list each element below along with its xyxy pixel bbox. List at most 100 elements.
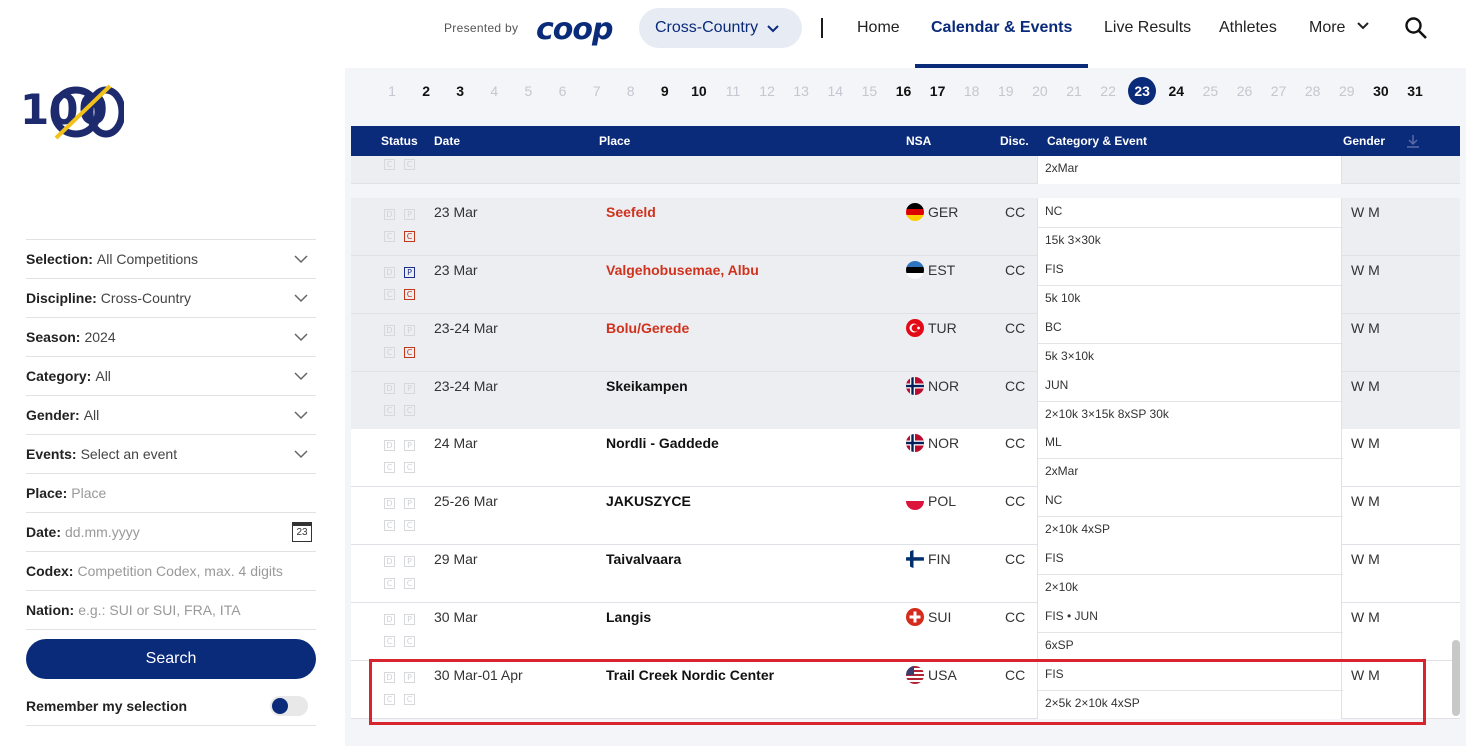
filter-place[interactable]: Place: Place: [26, 474, 316, 513]
nav-calendar-events[interactable]: Calendar & Events: [931, 19, 1072, 37]
nav-athletes[interactable]: Athletes: [1219, 19, 1277, 37]
filter-input-placeholder[interactable]: Competition Codex, max. 4 digits: [77, 563, 282, 579]
filter-events[interactable]: Events: Select an event: [26, 435, 316, 474]
table-row[interactable]: D P C C 25-26 Mar JAKUSZYCE POL CC NC 2×10k 4xSP W…: [351, 487, 1460, 545]
cell-divider: [1038, 401, 1343, 402]
nav-more[interactable]: More: [1309, 19, 1370, 37]
remember-selection-label: Remember my selection: [26, 698, 188, 714]
table-row[interactable]: D P C C 23 Mar Valgehobusemae, Albu EST CC FIS 5k…: [351, 256, 1460, 314]
status-cancelled-icon[interactable]: C: [404, 231, 415, 242]
category-event-cell[interactable]: JUN 2×10k 3×15k 8xSP 30k: [1037, 372, 1343, 430]
filter-label: Selection:: [26, 251, 93, 267]
event-category: NC: [1045, 204, 1063, 218]
status-results-icon: C: [384, 578, 395, 589]
table-row[interactable]: D P C C 30 Mar Langis SUI CC FIS • JUN 6xSP W M: [351, 603, 1460, 661]
day-9[interactable]: 9: [651, 77, 679, 105]
status-program-icon: P: [404, 672, 415, 683]
filter-category[interactable]: Category: All: [26, 357, 316, 396]
day-17[interactable]: 17: [924, 77, 952, 105]
day-24[interactable]: 24: [1162, 77, 1190, 105]
chevron-down-icon: [767, 25, 779, 33]
event-date: 25-26 Mar: [434, 493, 498, 509]
category-event-cell[interactable]: NC 15k 3×30k: [1037, 198, 1343, 256]
status-data-icon: D: [384, 614, 395, 625]
nav-home[interactable]: Home: [857, 19, 900, 37]
category-event-cell[interactable]: ML2xMar: [1037, 156, 1342, 184]
filter-input-placeholder[interactable]: e.g.: SUI or SUI, FRA, ITA: [78, 602, 240, 618]
day-19: 19: [998, 83, 1014, 99]
event-place[interactable]: Langis: [606, 608, 651, 626]
filter-codex[interactable]: Codex: Competition Codex, max. 4 digits: [26, 552, 316, 591]
filter-season[interactable]: Season: 2024: [26, 318, 316, 357]
category-event-cell[interactable]: ML2xMar: [1037, 429, 1343, 487]
category-event-cell[interactable]: BC 5k 3×10k: [1037, 314, 1343, 372]
cell-divider: [1038, 574, 1343, 575]
filter-date[interactable]: Date: dd.mm.yyyy 23: [26, 513, 316, 552]
category-event-cell[interactable]: FIS 2×5k 2×10k 4xSP: [1037, 661, 1343, 719]
nav-live-results[interactable]: Live Results: [1104, 19, 1191, 37]
filter-value: All Competitions: [96, 251, 199, 267]
event-place[interactable]: Nordli - Gaddede: [606, 434, 719, 452]
day-7: 7: [592, 83, 601, 99]
table-row[interactable]: D P C C 30 Mar-01 Apr Trail Creek Nordic Cent…: [351, 661, 1460, 719]
table-row[interactable]: D P C C 29 Mar Taivalvaara FIN CC FIS 2×10k W M: [351, 545, 1460, 603]
fis-100-logo[interactable]: 100 FIS: [20, 82, 124, 152]
table-row[interactable]: DPCC23 MarJokkmokk-JokkmokkSWECCML2xMarW…: [351, 156, 1460, 184]
status-icons: DPCC: [384, 156, 415, 184]
status-cancelled-icon[interactable]: C: [404, 347, 415, 358]
search-button[interactable]: Search: [26, 639, 316, 679]
cell-divider: [1038, 690, 1343, 691]
table-row[interactable]: D P C C 23-24 Mar Bolu/Gerede TUR CC BC 5k 3×10k W…: [351, 314, 1460, 372]
category-event-cell[interactable]: NC 2×10k 4xSP: [1037, 487, 1343, 545]
filter-label: Events:: [26, 446, 77, 462]
filter-input-placeholder[interactable]: Place: [71, 485, 106, 501]
day-31[interactable]: 31: [1401, 77, 1429, 105]
day-3[interactable]: 3: [446, 77, 474, 105]
day-23[interactable]: 23: [1128, 77, 1157, 105]
status-data-icon: D: [384, 209, 395, 220]
filter-label: Season:: [26, 329, 81, 345]
event-place[interactable]: JAKUSZYCE: [606, 492, 691, 510]
table-row[interactable]: D P C C 23-24 Mar Skeikampen NOR CC JUN 2×10k 3×1…: [351, 372, 1460, 430]
discipline-selector-label: Cross-Country: [655, 19, 759, 36]
search-icon[interactable]: [1404, 16, 1428, 40]
filter-input-placeholder[interactable]: dd.mm.yyyy: [65, 524, 140, 540]
event-races: 2×10k 4xSP: [1045, 522, 1111, 536]
status-icons: DPCC: [384, 661, 415, 719]
scrollbar-thumb[interactable]: [1452, 640, 1460, 716]
remember-selection-toggle[interactable]: [270, 696, 308, 716]
status-cancelled-icon[interactable]: C: [404, 289, 415, 300]
day-28: 28: [1304, 83, 1321, 99]
event-place[interactable]: Bolu/Gerede: [606, 319, 689, 337]
status-program-icon: P: [404, 325, 415, 336]
event-place[interactable]: Seefeld: [606, 203, 656, 221]
filter-gender[interactable]: Gender: All: [26, 396, 316, 435]
coop-logo[interactable]: coop: [536, 12, 613, 47]
status-program-icon[interactable]: P: [404, 267, 415, 278]
status-icons: DPCC: [384, 487, 415, 545]
discipline-selector[interactable]: Cross-Country: [639, 8, 802, 48]
event-gender: W M: [1351, 320, 1380, 336]
filter-discipline[interactable]: Discipline: Cross-Country: [26, 279, 316, 318]
event-discipline: CC: [1005, 262, 1026, 278]
event-place[interactable]: Trail Creek Nordic Center: [606, 666, 774, 684]
event-place[interactable]: Taivalvaara: [606, 550, 681, 568]
table-row[interactable]: D P C C 24 Mar Nordli - Gaddede NOR CC ML 2xMar W …: [351, 429, 1460, 487]
day-10[interactable]: 10: [685, 77, 713, 105]
day-2[interactable]: 2: [412, 77, 440, 105]
table-row[interactable]: D P C C 23 Mar Seefeld GER CC NC 15k 3×30k W M: [351, 198, 1460, 256]
filter-selection[interactable]: Selection: All Competitions: [26, 240, 316, 279]
category-event-cell[interactable]: FIS • JUN 6xSP: [1037, 603, 1343, 661]
event-place[interactable]: Skeikampen: [606, 377, 688, 395]
event-place[interactable]: Valgehobusemae, Albu: [606, 261, 759, 279]
day-21: 21: [1066, 83, 1082, 99]
calendar-icon[interactable]: 23: [292, 522, 312, 542]
download-icon[interactable]: [1406, 134, 1420, 148]
filter-nation[interactable]: Nation: e.g.: SUI or SUI, FRA, ITA: [26, 591, 316, 630]
day-16[interactable]: 16: [890, 77, 918, 105]
category-event-cell[interactable]: FIS 5k 10k: [1037, 256, 1343, 314]
day-30[interactable]: 30: [1367, 77, 1395, 105]
event-category: BC: [1045, 320, 1062, 334]
category-event-cell[interactable]: FIS 2×10k: [1037, 545, 1343, 603]
nav-divider: [821, 18, 823, 38]
